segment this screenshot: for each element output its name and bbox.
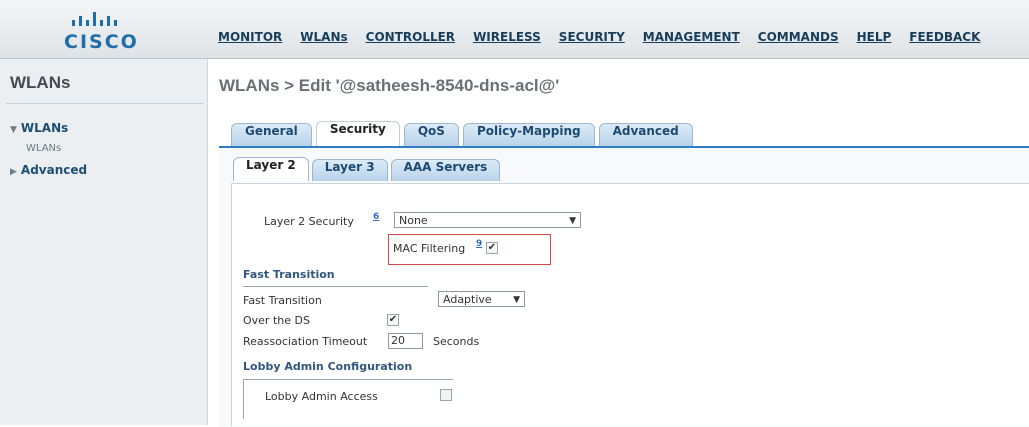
fast-transition-value: Adaptive — [443, 293, 492, 306]
sidebar-divider — [6, 103, 204, 104]
sidebar-item-label: WLANs — [20, 121, 69, 135]
sidebar-item-label: Advanced — [20, 163, 88, 177]
nav-wireless[interactable]: WIRELESS — [464, 30, 550, 52]
reassociation-timeout-unit: Seconds — [433, 335, 480, 348]
sidebar-item-wlans[interactable]: ▼ WLANs — [10, 121, 68, 135]
main-nav: MONITOR WLANs CONTROLLER WIRELESS SECURI… — [218, 30, 989, 52]
main-tabs: General Security QoS Policy-Mapping Adva… — [231, 121, 697, 146]
layer2-security-help-link[interactable]: 6 — [373, 212, 379, 222]
sidebar-title: WLANs — [10, 73, 71, 92]
security-subtabs: Layer 2 Layer 3 AAA Servers — [233, 157, 503, 181]
checkmark-icon: ✔ — [388, 314, 398, 325]
cisco-logo: CISCO — [64, 12, 174, 53]
dropdown-arrow-icon: ▼ — [569, 216, 576, 226]
fast-transition-heading: Fast Transition — [243, 268, 335, 281]
nav-controller[interactable]: CONTROLLER — [357, 30, 464, 52]
tab-policy-mapping[interactable]: Policy-Mapping — [462, 123, 595, 146]
mac-filtering-checkbox[interactable]: ✔ — [486, 242, 498, 254]
tab-security[interactable]: Security — [315, 121, 400, 146]
layer2-security-value: None — [399, 214, 428, 227]
subtab-layer2[interactable]: Layer 2 — [233, 157, 309, 181]
fast-transition-select[interactable]: Adaptive ▼ — [438, 291, 525, 307]
subtab-aaa-servers[interactable]: AAA Servers — [390, 159, 501, 181]
section-rule — [243, 379, 453, 380]
tab-general[interactable]: General — [231, 123, 312, 146]
lobby-admin-access-checkbox[interactable] — [440, 389, 452, 401]
subtab-layer3[interactable]: Layer 3 — [311, 159, 388, 181]
fast-transition-label: Fast Transition — [243, 294, 322, 307]
over-the-ds-label: Over the DS — [243, 314, 310, 327]
lobby-admin-heading: Lobby Admin Configuration — [243, 360, 413, 373]
nav-management[interactable]: MANAGEMENT — [634, 30, 749, 52]
sidebar-subitem-wlans[interactable]: WLANs — [26, 143, 61, 154]
nav-wlans[interactable]: WLANs — [291, 30, 356, 52]
dropdown-arrow-icon: ▼ — [513, 295, 520, 305]
reassociation-timeout-label: Reassociation Timeout — [243, 335, 368, 348]
nav-feedback[interactable]: FEEDBACK — [900, 30, 989, 52]
layer2-security-select[interactable]: None ▼ — [394, 212, 581, 228]
tab-qos[interactable]: QoS — [403, 123, 459, 146]
nav-security[interactable]: SECURITY — [550, 30, 634, 52]
triangle-right-icon: ▶ — [10, 167, 17, 177]
sidebar: WLANs ▼ WLANs WLANs ▶ Advanced — [0, 59, 208, 425]
mac-filtering-help-link[interactable]: 9 — [476, 239, 482, 249]
layer2-security-label: Layer 2 Security — [264, 215, 354, 228]
checkmark-icon: ✔ — [487, 242, 497, 253]
page-title: WLANs > Edit '@satheesh-8540-dns-acl@' — [219, 76, 560, 95]
cisco-wordmark: CISCO — [64, 31, 139, 53]
nav-help[interactable]: HELP — [848, 30, 901, 52]
tab-advanced[interactable]: Advanced — [598, 123, 693, 146]
triangle-down-icon: ▼ — [10, 125, 17, 135]
mac-filtering-label: MAC Filtering — [393, 242, 466, 255]
nav-monitor[interactable]: MONITOR — [218, 30, 291, 52]
section-rule — [243, 286, 428, 287]
top-header: CISCO MONITOR WLANs CONTROLLER WIRELESS … — [0, 0, 1029, 59]
section-rule-vertical — [243, 379, 244, 419]
nav-commands[interactable]: COMMANDS — [749, 30, 848, 52]
reassociation-timeout-input[interactable]: 20 — [388, 333, 423, 349]
cisco-bars-icon — [72, 12, 117, 26]
over-the-ds-checkbox[interactable]: ✔ — [387, 314, 399, 326]
sidebar-item-advanced[interactable]: ▶ Advanced — [10, 163, 87, 177]
lobby-admin-access-label: Lobby Admin Access — [265, 390, 378, 403]
